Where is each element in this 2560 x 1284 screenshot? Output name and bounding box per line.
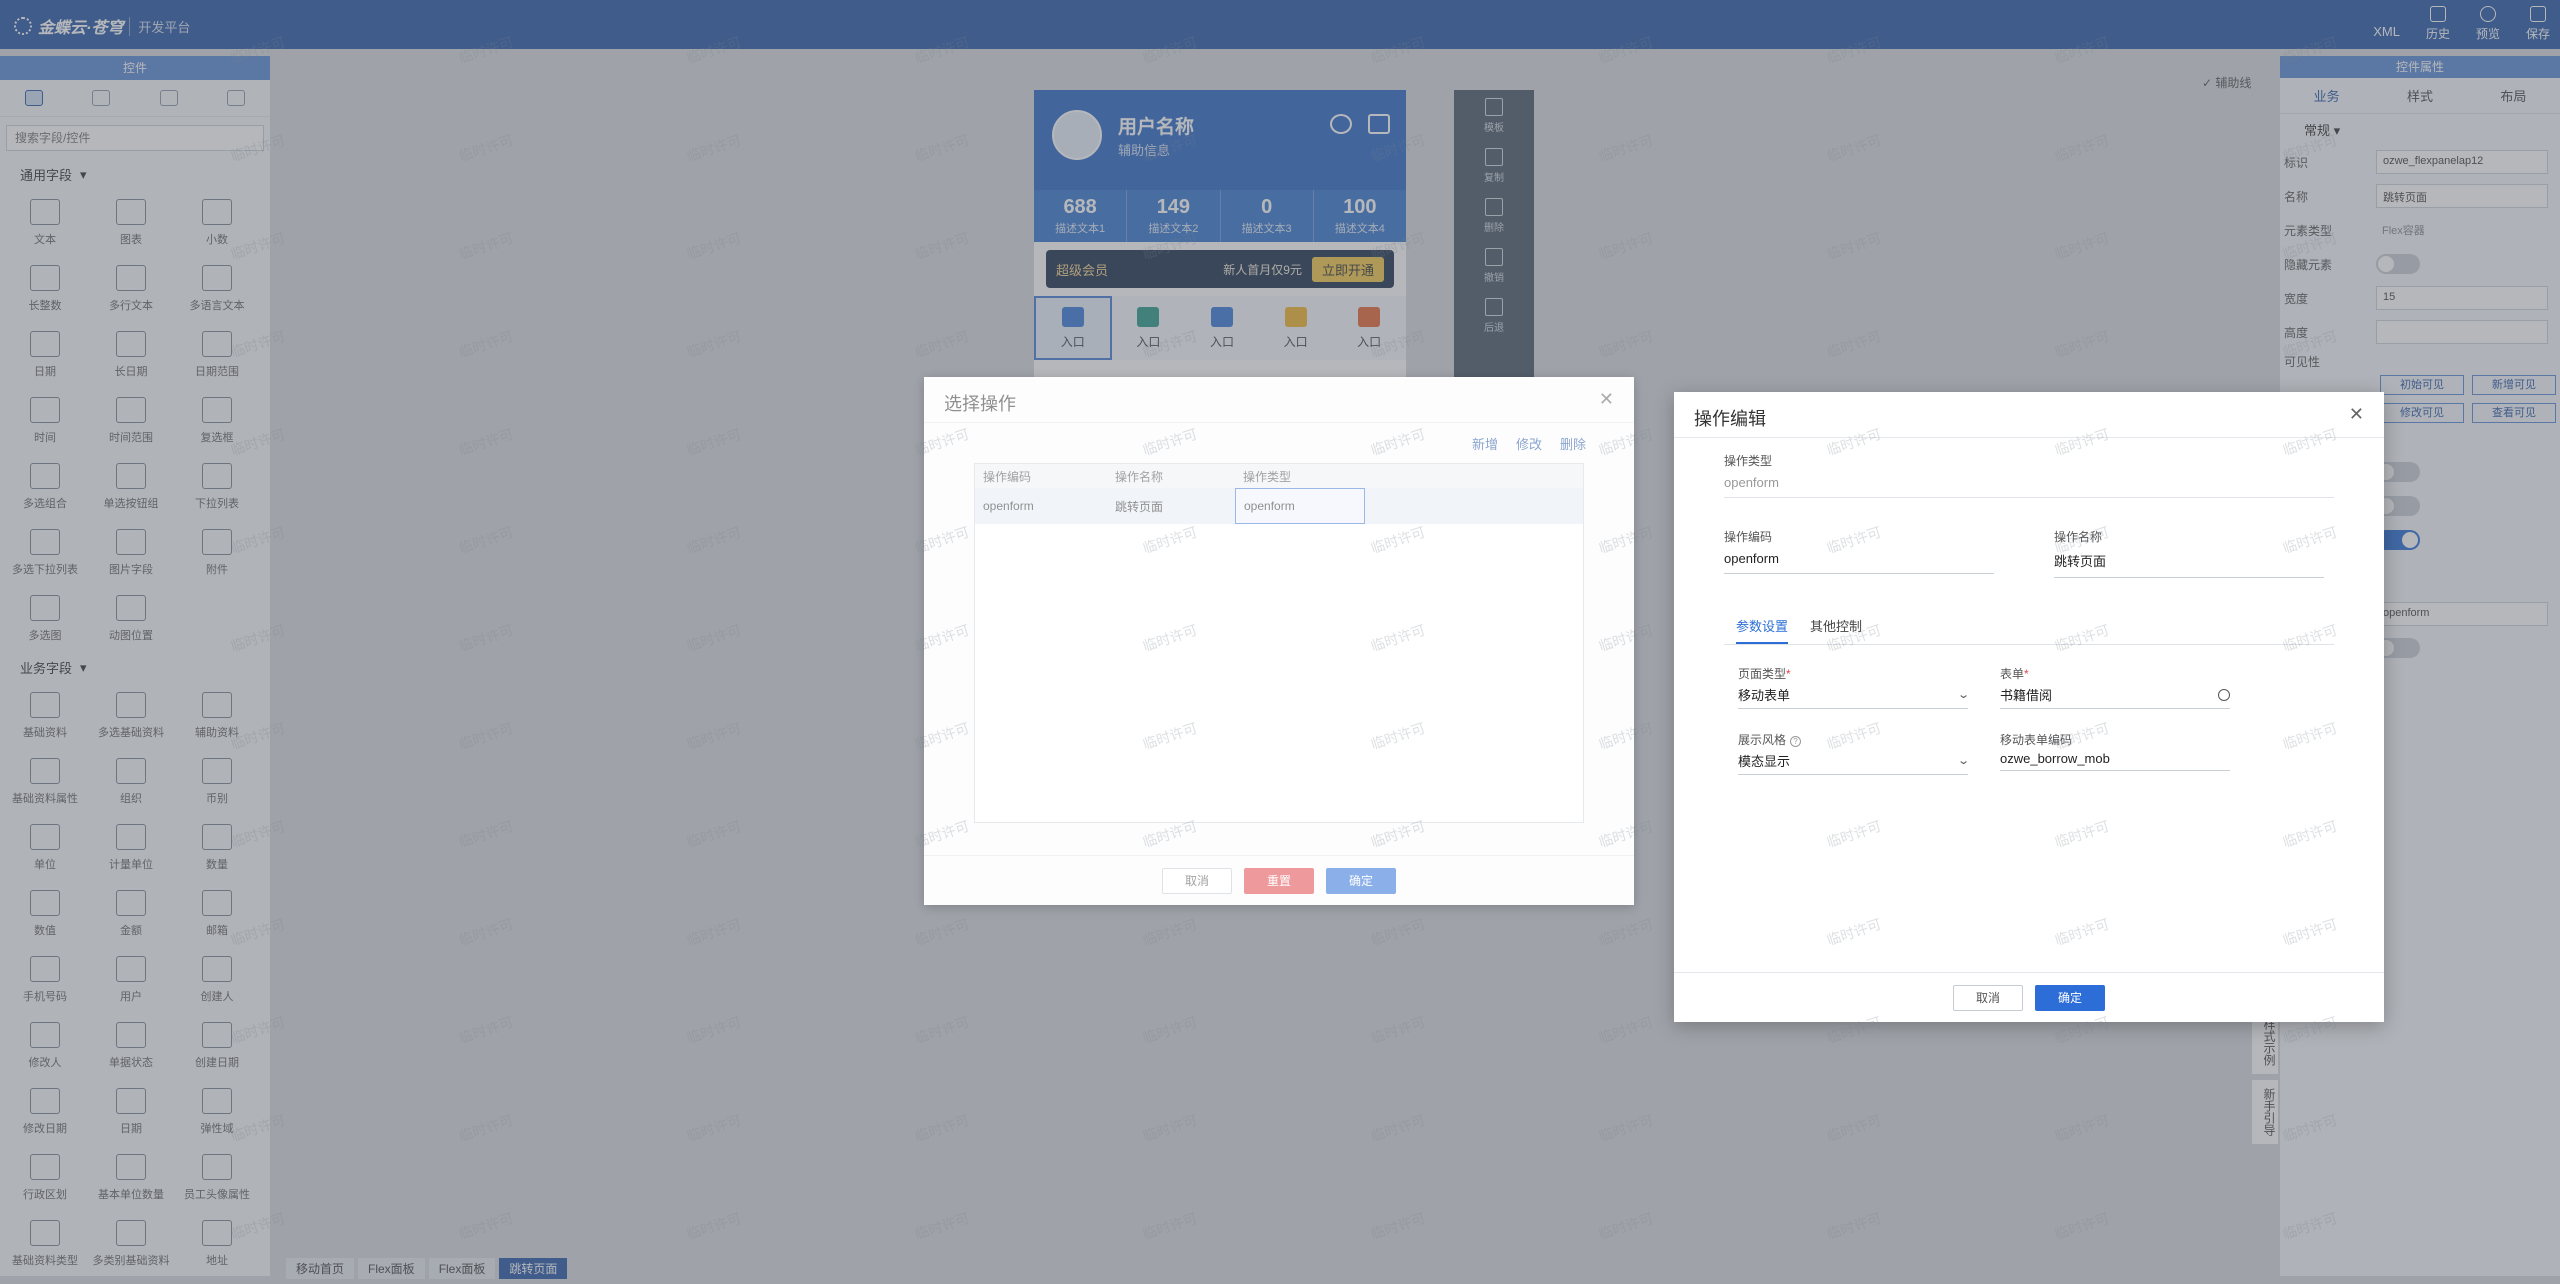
form-field: 表单* 书籍借阅: [2000, 665, 2230, 709]
page-type-label: 页面类型*: [1738, 665, 1968, 682]
code-name-row: 操作编码 openform 操作名称 跳转页面: [1724, 528, 2334, 578]
dialog-title: 操作编辑 ✕: [1674, 392, 2384, 438]
param-tabs: 参数设置 其他控制: [1724, 616, 2334, 645]
operation-edit-form: 操作类型 openform 操作编码 openform 操作名称 跳转页面 参数…: [1724, 452, 2334, 797]
help-icon[interactable]: ?: [1790, 736, 1802, 747]
tab-other-control[interactable]: 其他控制: [1810, 616, 1862, 644]
mobile-form-code-input[interactable]: ozwe_borrow_mob: [2000, 748, 2230, 771]
page-type-select[interactable]: 移动表单 ⌄: [1738, 682, 1970, 709]
required-mark: *: [2024, 667, 2029, 681]
display-style-field: 展示风格? 模态显示 ⌄: [1738, 731, 1970, 775]
mobile-form-code-field: 移动表单编码 ozwe_borrow_mob: [2000, 731, 2230, 775]
page-type-value: 移动表单: [1738, 688, 1791, 703]
op-name-field: 操作名称 跳转页面: [2054, 528, 2324, 578]
display-style-value: 模态显示: [1738, 754, 1791, 769]
display-style-label: 展示风格?: [1738, 731, 1968, 748]
mobile-form-code-label: 移动表单编码: [2000, 733, 2073, 747]
page-type-field: 页面类型* 移动表单 ⌄: [1738, 665, 1970, 709]
chevron-down-icon: ⌄: [1956, 755, 1970, 767]
chevron-down-icon: ⌄: [1956, 689, 1970, 701]
page-type-label-text: 页面类型: [1738, 667, 1787, 681]
tab-param-settings[interactable]: 参数设置: [1736, 616, 1789, 644]
param-row: 展示风格? 模态显示 ⌄ 移动表单编码 ozwe_borrow_mob: [1738, 731, 2334, 775]
form-value: 书籍借阅: [2000, 688, 2053, 703]
cancel-button[interactable]: 取消: [1952, 984, 2023, 1011]
param-row: 页面类型* 移动表单 ⌄ 表单* 书籍借阅: [1738, 665, 2334, 709]
close-icon[interactable]: ✕: [2349, 404, 2364, 425]
select-operation-dialog: 选择操作 ✕ 新增 修改 删除 操作编码 操作名称 操作类型 openform …: [924, 377, 1634, 905]
form-lookup[interactable]: 书籍借阅: [2000, 682, 2230, 709]
op-type-label: 操作类型: [1724, 454, 1773, 468]
op-code-label: 操作编码: [1724, 530, 1773, 544]
form-label-text: 表单: [2000, 667, 2025, 681]
operation-edit-dialog: 操作编辑 ✕ 操作类型 openform 操作编码 openform 操作名称 …: [1674, 392, 2384, 1022]
required-mark: *: [1786, 667, 1791, 681]
display-style-select[interactable]: 模态显示 ⌄: [1738, 748, 1970, 775]
dialog-dim: [924, 377, 1634, 905]
op-name-input[interactable]: 跳转页面: [2054, 545, 2324, 578]
op-type-value: openform: [1724, 469, 2334, 498]
ok-button[interactable]: 确定: [2035, 984, 2106, 1011]
param-settings: 页面类型* 移动表单 ⌄ 表单* 书籍借阅 展示风格? 模态显示 ⌄ 移动表单编码 …: [1724, 665, 2334, 775]
display-style-label-text: 展示风格: [1738, 733, 1787, 747]
op-code-field: 操作编码 openform: [1724, 528, 1994, 578]
dialog-footer: 取消 确定: [1674, 972, 2384, 1022]
op-code-input[interactable]: openform: [1724, 545, 1994, 574]
search-icon[interactable]: [2218, 688, 2230, 701]
op-name-label: 操作名称: [2054, 530, 2103, 544]
operation-edit-title: 操作编辑: [1694, 409, 1766, 429]
form-label: 表单*: [2000, 665, 2230, 682]
op-type-field: 操作类型 openform: [1724, 452, 2334, 498]
